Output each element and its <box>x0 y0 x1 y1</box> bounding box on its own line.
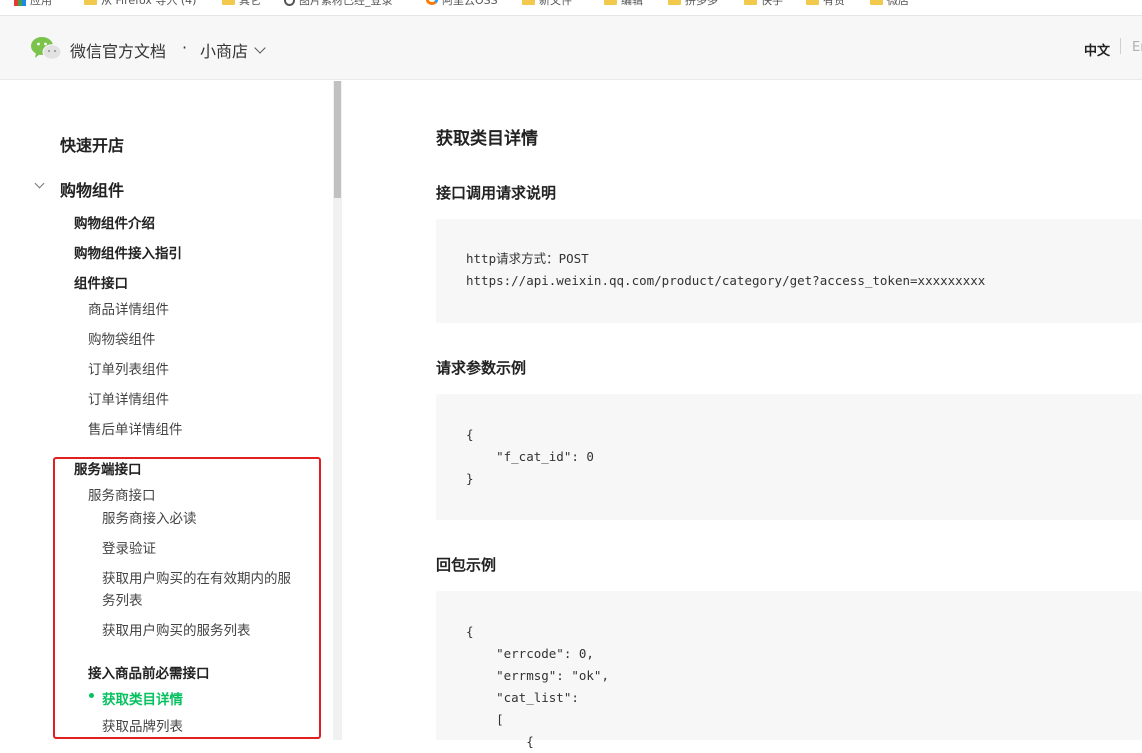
cloud-icon <box>426 0 438 5</box>
language-chinese[interactable]: 中文 <box>1084 40 1110 59</box>
code-line: http请求方式：POST <box>466 251 589 266</box>
sidebar-item-guide[interactable]: 购物组件接入指引 <box>74 242 182 262</box>
sidebar-item-provider-must-read[interactable]: 服务商接入必读 <box>102 508 197 530</box>
sidebar-item-server-api[interactable]: 服务端接口 <box>74 458 142 478</box>
section-heading-params: 请求参数示例 <box>436 359 527 377</box>
sidebar-item-intro[interactable]: 购物组件介绍 <box>74 212 155 232</box>
folder-icon <box>806 0 819 5</box>
sidebar-item-valid-services-line1: 获取用户购买的在有效期内的服 <box>102 571 291 587</box>
code-line: { <box>466 427 474 442</box>
code-line: "cat_list": <box>466 690 579 705</box>
site-header: 微信官方文档 · 小商店 中文 En <box>0 16 1142 80</box>
sidebar-item-pre-product-api[interactable]: 接入商品前必需接口 <box>88 662 210 682</box>
sidebar-item-valid-services-line2: 务列表 <box>102 593 143 609</box>
sidebar-item-cart[interactable]: 购物袋组件 <box>88 328 156 348</box>
sidebar-scrollbar-thumb[interactable] <box>334 81 341 198</box>
sidebar-item-component-api[interactable]: 组件接口 <box>74 272 128 292</box>
sidebar-item-valid-services[interactable]: 获取用户购买的在有效期内的服 务列表 <box>102 568 291 612</box>
folder-icon <box>522 0 535 5</box>
folder-icon <box>744 0 757 5</box>
code-line: https://api.weixin.qq.com/product/catego… <box>466 273 986 288</box>
page-title: 获取类目详情 <box>436 129 538 149</box>
bookmark-new-files[interactable]: 新文件 <box>522 0 572 8</box>
code-line: } <box>466 471 474 486</box>
code-line: { <box>466 624 474 639</box>
code-block-request: http请求方式：POST https://api.weixin.qq.com/… <box>436 219 1142 323</box>
bookmark-youzan[interactable]: 有赞 <box>806 0 845 8</box>
sidebar-item-login-verify[interactable]: 登录验证 <box>102 538 156 560</box>
product-label: 小商店 <box>200 42 249 61</box>
bookmark-other[interactable]: 其它 <box>222 0 261 8</box>
sidebar-item-after-sale[interactable]: 售后单详情组件 <box>88 418 183 438</box>
bookmark-images[interactable]: 图片素材已经_登录 <box>284 0 393 8</box>
bookmarks-bar: 应用 从 Firefox 导入 (4) 其它 图片素材已经_登录 阿里云OSS … <box>0 0 1142 16</box>
sidebar-item-product-detail[interactable]: 商品详情组件 <box>88 298 169 318</box>
brand-title[interactable]: 微信官方文档 <box>70 38 166 62</box>
section-heading-response: 回包示例 <box>436 556 497 574</box>
sidebar-item-shopping-component[interactable]: 购物组件 <box>60 177 124 201</box>
folder-icon <box>604 0 617 5</box>
folder-icon <box>222 0 235 5</box>
chevron-down-icon <box>254 41 266 54</box>
folder-icon <box>84 0 97 5</box>
active-indicator-dot <box>89 693 94 698</box>
bookmark-weidian[interactable]: 微店 <box>870 0 909 8</box>
sidebar-item-order-list[interactable]: 订单列表组件 <box>88 358 169 378</box>
title-separator: · <box>182 38 188 57</box>
folder-icon <box>870 0 883 5</box>
product-selector[interactable]: 小商店 <box>200 38 266 62</box>
code-line: [ <box>466 712 504 727</box>
code-block-params: { "f_cat_id": 0 } <box>436 394 1142 520</box>
sidebar-item-provider-api[interactable]: 服务商接口 <box>88 484 156 504</box>
code-line: "f_cat_id": 0 <box>466 449 594 464</box>
bookmark-apps[interactable]: 应用 <box>14 0 52 8</box>
apps-icon <box>14 0 26 6</box>
language-divider <box>1120 38 1121 54</box>
bookmark-pinduoduo[interactable]: 拼多多 <box>668 0 718 8</box>
bookmark-edit[interactable]: 编辑 <box>604 0 643 8</box>
bookmark-aliyun-oss[interactable]: 阿里云OSS <box>426 0 498 8</box>
code-line: { <box>466 734 534 749</box>
bookmark-firefox-import[interactable]: 从 Firefox 导入 (4) <box>84 0 196 8</box>
sidebar-item-brand-list[interactable]: 获取品牌列表 <box>102 716 183 738</box>
sidebar-item-quick-start[interactable]: 快速开店 <box>60 132 124 156</box>
wechat-logo-icon[interactable] <box>30 35 62 61</box>
doc-content: 获取类目详情 接口调用请求说明 http请求方式：POST https://ap… <box>342 81 1142 749</box>
sidebar-item-purchased-services[interactable]: 获取用户购买的服务列表 <box>102 620 251 642</box>
bookmark-kuaishou[interactable]: 快手 <box>744 0 783 8</box>
code-block-response: { "errcode": 0, "errmsg": "ok", "cat_lis… <box>436 591 1142 749</box>
sidebar-item-order-detail[interactable]: 订单详情组件 <box>88 388 169 408</box>
sidebar-item-category-detail[interactable]: 获取类目详情 <box>102 688 183 708</box>
section-heading-request: 接口调用请求说明 <box>436 184 557 202</box>
code-line: "errmsg": "ok", <box>466 668 609 683</box>
language-english[interactable]: En <box>1132 40 1142 55</box>
code-line: "errcode": 0, <box>466 646 594 661</box>
folder-icon <box>668 0 681 5</box>
globe-icon <box>284 0 295 6</box>
